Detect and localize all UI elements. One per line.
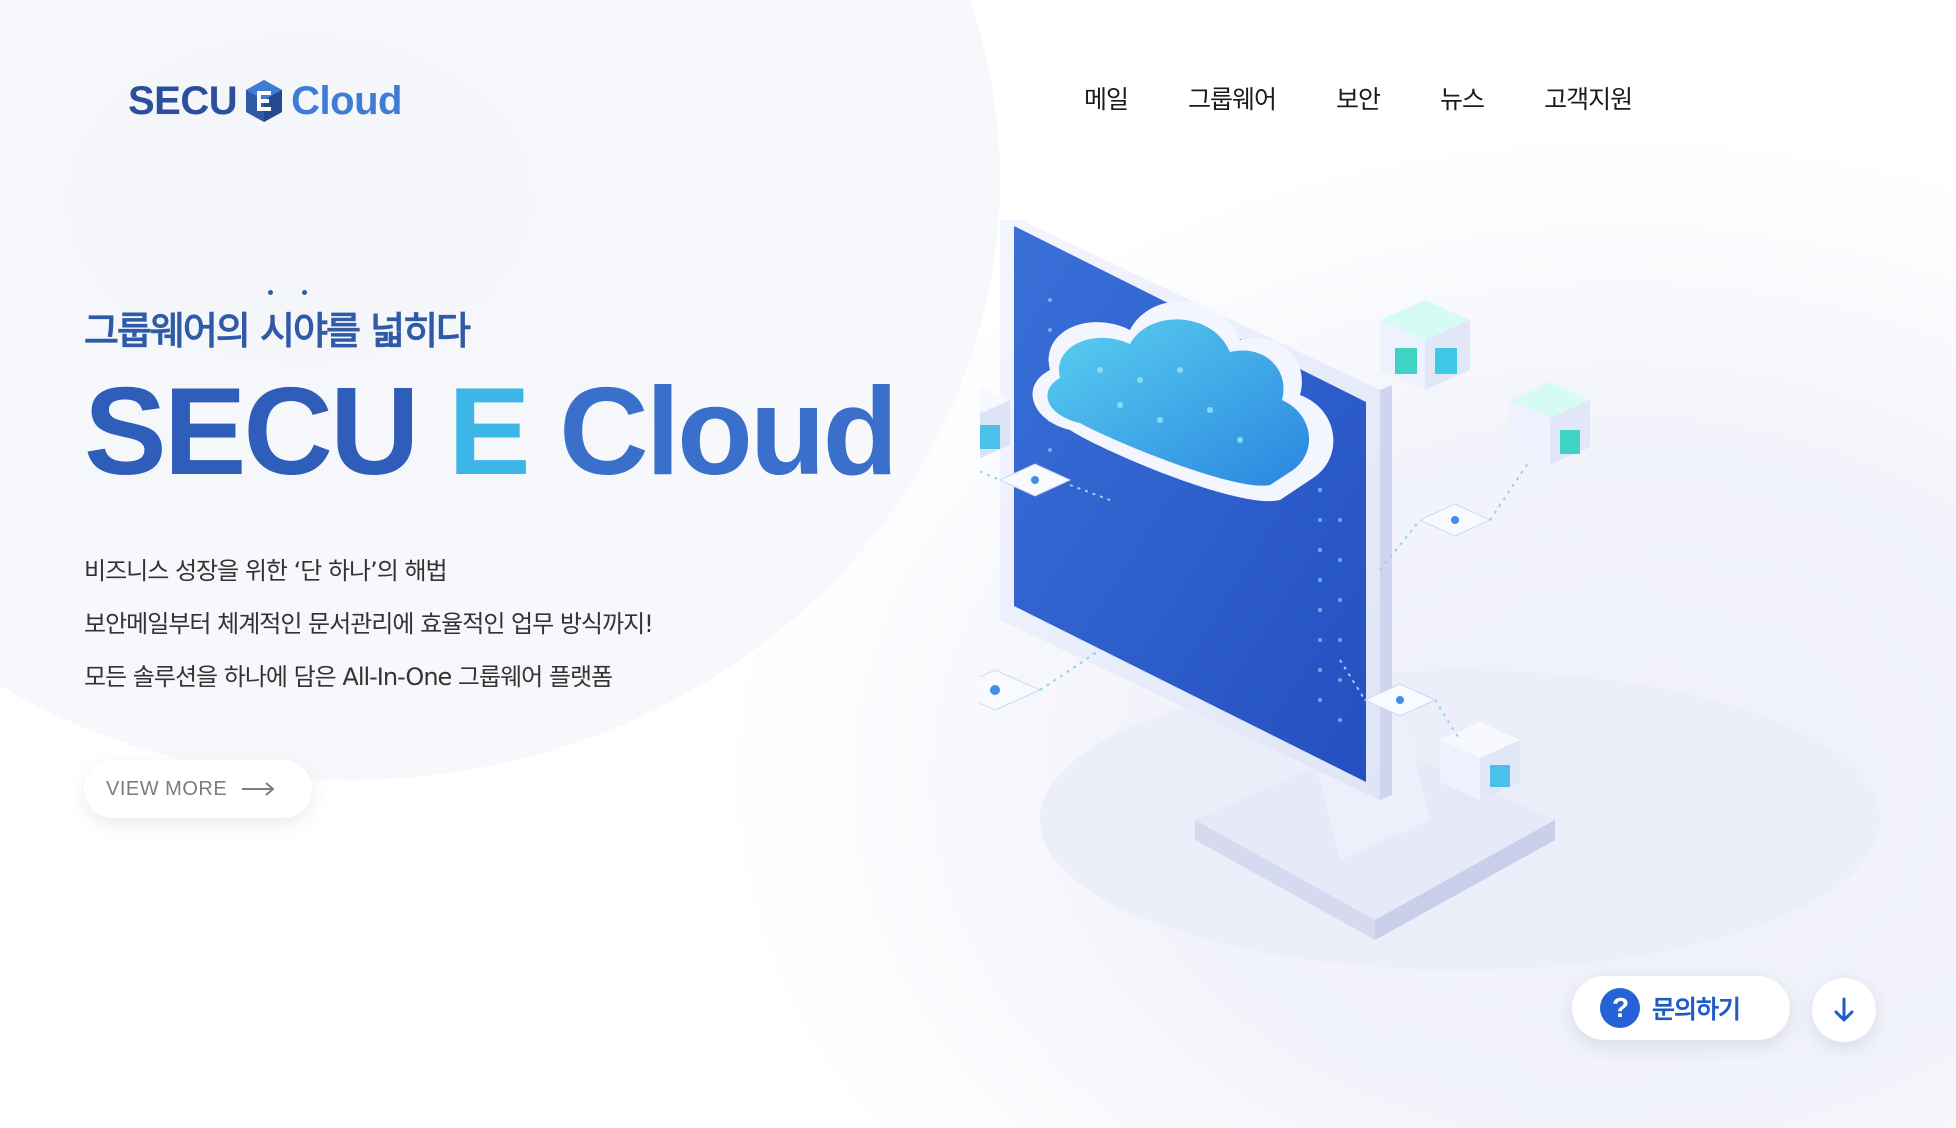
hero-description-line: 비즈니스 성장을 위한 ‘단 하나’의 해법 — [84, 557, 448, 585]
hero-title-secu: SECU — [84, 363, 420, 501]
nav-groupware[interactable]: 그룹웨어 — [1188, 78, 1277, 122]
hero-kicker: 그룹웨어의 시야를 넓히다 — [84, 309, 471, 353]
hero-description-line: 모든 솔루션을 하나에 담은 All-In-One 그룹웨어 플랫폼 — [84, 663, 613, 691]
view-more-button[interactable]: VIEW MORE — [84, 760, 312, 818]
view-more-label: VIEW MORE — [106, 777, 228, 800]
arrow-down-icon — [1834, 997, 1854, 1022]
main-nav: 메일 그룹웨어 보안 뉴스 고객지원 — [1084, 78, 1633, 122]
hero-title: SECU E Cloud — [84, 370, 898, 494]
logo-text-cloud: Cloud — [291, 78, 402, 123]
arrow-right-icon — [242, 782, 275, 796]
nav-security[interactable]: 보안 — [1336, 78, 1381, 122]
logo-text-secu: SECU — [128, 78, 238, 123]
nav-support[interactable]: 고객지원 — [1544, 78, 1633, 122]
secu-e-cube-icon — [246, 80, 283, 122]
scroll-down-button[interactable] — [1812, 978, 1876, 1042]
question-bubble-icon: ? — [1600, 988, 1640, 1028]
hero-title-cloud: Cloud — [559, 363, 898, 501]
hero-title-e: E — [447, 363, 531, 501]
cloud-computer-illustration — [980, 220, 1880, 970]
site-logo[interactable]: SECU Cloud — [128, 76, 402, 126]
nav-news[interactable]: 뉴스 — [1440, 78, 1485, 122]
hero-description: 비즈니스 성장을 위한 ‘단 하나’의 해법 보안메일부터 체계적인 문서관리에… — [84, 556, 654, 715]
nav-mail[interactable]: 메일 — [1084, 78, 1129, 122]
inquiry-button[interactable]: ? 문의하기 — [1572, 976, 1790, 1040]
site-header: SECU Cloud 메일 그룹웨어 보안 뉴스 고객지원 — [0, 0, 1956, 200]
inquiry-label: 문의하기 — [1652, 995, 1741, 1024]
hero-description-line: 보안메일부터 체계적인 문서관리에 효율적인 업무 방식까지! — [84, 610, 654, 638]
